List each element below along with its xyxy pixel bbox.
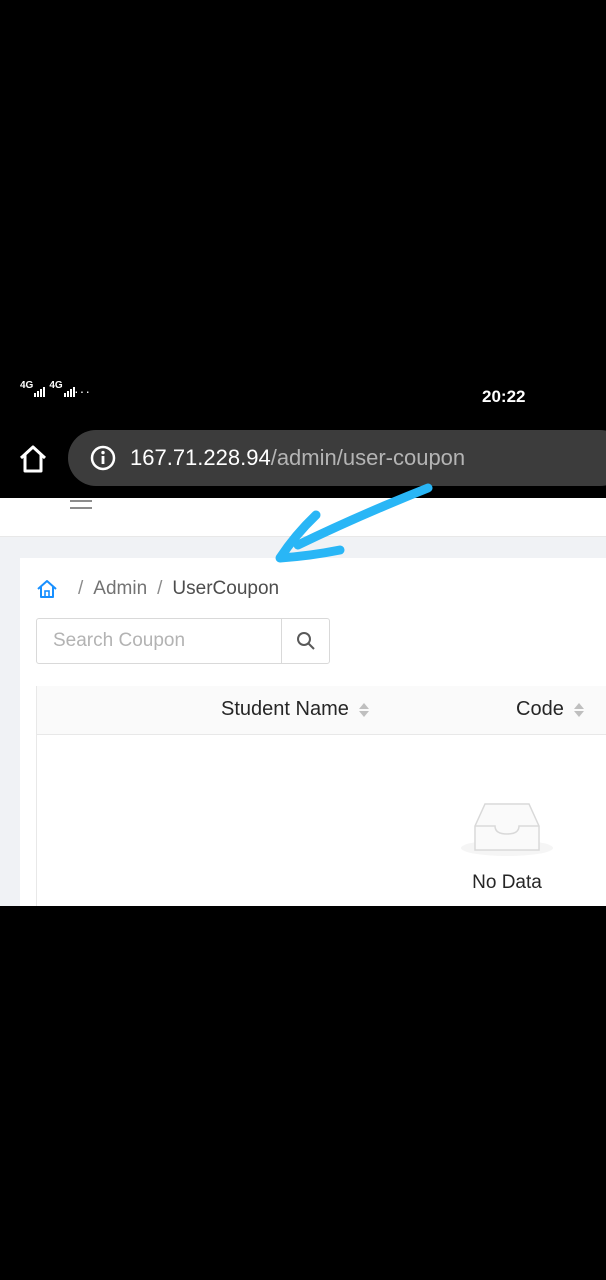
- column-student-name[interactable]: Student Name: [221, 698, 369, 721]
- web-page: / Admin / UserCoupon Student Name: [0, 498, 606, 906]
- breadcrumb-admin[interactable]: Admin: [93, 578, 147, 600]
- network-type-label: 4G: [49, 380, 63, 391]
- signal-icon: 4G: [20, 380, 46, 397]
- column-label: Student Name: [221, 698, 349, 720]
- page-header: [0, 498, 606, 537]
- status-bar: 4G 4G ··· 20:22: [0, 378, 606, 418]
- table-header: Student Name Code: [37, 686, 606, 735]
- empty-state: No Data: [457, 796, 557, 894]
- search-button[interactable]: [281, 619, 330, 663]
- home-icon: [19, 445, 47, 473]
- sort-icon[interactable]: [573, 702, 584, 717]
- home-button[interactable]: [16, 442, 50, 476]
- coupon-table: Student Name Code No Data: [36, 686, 606, 906]
- search-box: [36, 618, 330, 664]
- clock: 20:22: [482, 387, 526, 406]
- signal-icon: 4G: [49, 380, 75, 397]
- column-label: Code: [516, 698, 564, 720]
- url-path: /admin/user-coupon: [270, 445, 466, 470]
- breadcrumb-separator: /: [157, 578, 163, 599]
- signal-indicators: 4G 4G: [20, 380, 75, 397]
- breadcrumb-current: UserCoupon: [172, 578, 280, 599]
- empty-inbox-icon: [461, 803, 553, 856]
- empty-text: No Data: [472, 872, 542, 893]
- home-icon[interactable]: [36, 578, 58, 600]
- menu-toggle-icon[interactable]: [70, 498, 94, 512]
- sort-icon[interactable]: [358, 702, 369, 717]
- breadcrumb-separator: /: [78, 578, 84, 599]
- search-input[interactable]: [37, 619, 279, 663]
- url-text[interactable]: 167.71.228.94/admin/user-coupon: [130, 445, 465, 471]
- breadcrumb: / Admin / UserCoupon: [36, 578, 279, 600]
- network-type-label: 4G: [20, 380, 34, 391]
- url-host: 167.71.228.94: [130, 445, 271, 470]
- column-code[interactable]: Code: [516, 698, 584, 721]
- site-info-icon[interactable]: [90, 445, 116, 471]
- browser-toolbar: 167.71.228.94/admin/user-coupon: [0, 428, 606, 488]
- content-card: / Admin / UserCoupon Student Name: [20, 558, 606, 906]
- more-notifications-indicator: ···: [74, 383, 91, 399]
- search-icon: [297, 632, 315, 650]
